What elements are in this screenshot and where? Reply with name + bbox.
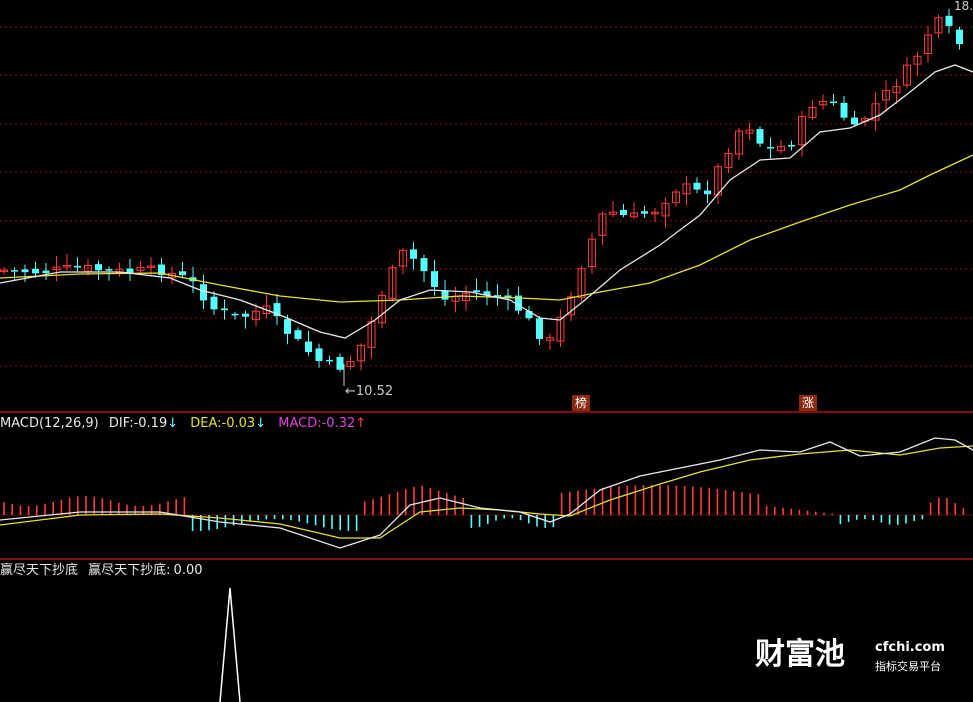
dea-line [0,445,973,539]
candle-body-down [179,271,186,276]
candle-body-down [840,102,848,118]
candle-body-down [11,270,18,272]
candle-body-down [756,129,764,144]
candle-body-down [704,190,711,195]
badge-zhang[interactable]: 涨 [799,395,817,411]
moving-average-long-line [0,154,973,303]
candle-body-down [693,182,701,190]
watermark-domain: cfchi.com [875,640,945,655]
dif-arrow-icon: ↓ [167,416,179,431]
candle-body-down [441,290,449,300]
price-gridlines [0,26,973,367]
candle-body-down [620,209,627,215]
candle-body-down [95,264,102,271]
candle-body-down [105,269,113,271]
macd-value: -0.32 [321,416,356,431]
candle-body-down [536,318,543,339]
candle-body-down [74,265,81,268]
low-price-marker: ←10.52 [345,384,394,399]
top-price-label: 18. [954,0,973,13]
candle-body-down [294,330,302,339]
candle-body-down [641,211,648,214]
candle-body-down [420,258,428,272]
candle-body-down [32,268,39,274]
bottom-signal-spike [219,587,241,702]
candle-body-down [42,270,50,274]
candle-body-down [767,146,774,149]
indicator-legend: 赢尽天下抄底 赢尽天下抄底: 0.00 [0,563,203,579]
candle-body-down [200,284,207,301]
dif-value: -0.19 [133,416,168,431]
dea-value: -0.03 [221,416,256,431]
macd-indicator-name[interactable]: MACD(12,26,9) [0,416,99,431]
dif-line [0,437,973,549]
candle-body-down [788,145,795,147]
candle-body-down [326,359,333,362]
candle-body-down [231,313,239,316]
indicator-name[interactable]: 赢尽天下抄底 [0,563,78,578]
low-price-value: 10.52 [355,384,394,399]
macd-label: MACD: [278,416,322,431]
indicator-value: 0.00 [173,563,203,578]
stock-chart-canvas[interactable] [0,0,973,702]
candle-body-down [126,268,134,273]
macd-legend: MACD(12,26,9) DIF:-0.19↓ DEA:-0.03↓ MACD… [0,416,366,432]
dif-label: DIF: [108,416,134,431]
candle-body-down [830,101,837,104]
candle-body-down [242,313,249,317]
dea-arrow-icon: ↓ [255,416,267,431]
candle-body-down [210,296,218,310]
candle-body-down [284,319,291,334]
candle-body-down [305,341,312,353]
candle-body-down [473,290,480,293]
candle-body-down [410,249,417,259]
candle-body-down [956,29,963,45]
candle-body-down [851,117,858,125]
indicator-value-label: 赢尽天下抄底: [88,563,171,578]
candle-body-down [21,269,29,273]
candle-body-down [336,357,344,370]
macd-arrow-icon: ↑ [355,416,367,431]
candlesticks [0,8,963,372]
candle-body-down [431,271,438,287]
dea-label: DEA: [190,416,222,431]
watermark-slogan: 指标交易平台 [875,660,941,673]
badge-bang[interactable]: 榜 [572,395,590,411]
watermark: 财富池 cfchi.com 指标交易平台 [755,636,965,676]
candle-body-down [945,15,953,27]
watermark-brand: 财富池 [755,637,845,672]
candle-body-down [315,348,323,362]
candle-body-down [221,308,228,311]
